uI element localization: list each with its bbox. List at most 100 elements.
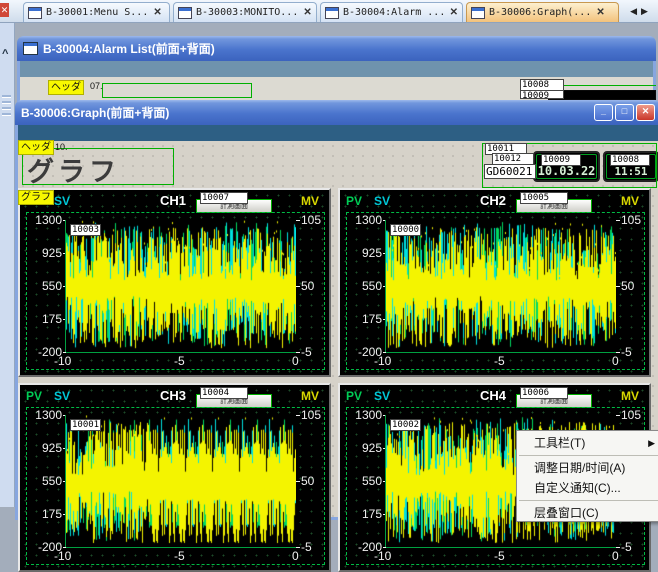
y-axis-tick: 175: [342, 507, 382, 521]
screen-icon: [325, 7, 339, 19]
plot-bottom-axis: [66, 547, 296, 548]
graph-window-titlebar[interactable]: B-30006:Graph(前面+背面) _ □ ✕: [15, 100, 658, 125]
plot-bottom-axis: [386, 352, 616, 353]
y-axis-tick: 175: [22, 312, 62, 326]
part-underline: [561, 85, 656, 86]
tab-close-icon[interactable]: ✕: [450, 7, 458, 18]
right-axis-tick: 105: [301, 408, 331, 422]
tab-scroll-left-icon[interactable]: ◀: [630, 6, 637, 17]
header-part-tag: ヘッダ: [48, 80, 84, 95]
plot-bottom-axis: [386, 547, 616, 548]
maximize-button[interactable]: □: [615, 104, 634, 121]
window-icon: [23, 42, 38, 55]
address-label: 10002: [390, 419, 421, 431]
grip-handle: [2, 107, 11, 110]
x-axis-tick: -5: [494, 354, 505, 368]
y-axis-tick: 1300: [342, 408, 382, 422]
grip-handle: [2, 113, 11, 116]
tab-close-icon[interactable]: ✕: [303, 7, 311, 18]
address-label: 10008: [610, 154, 650, 166]
x-axis-tick: -5: [494, 549, 505, 563]
tab-scroll-buttons: ◀ ▶: [622, 2, 656, 20]
menu-item-adjust-datetime[interactable]: 调整日期/时间(A): [517, 458, 658, 478]
tab-b30006-graph[interactable]: B-30006:Graph(... ✕: [466, 2, 619, 22]
screen-editor-workspace: { "tab_bar": { "tabs": [ {"label": "B-30…: [0, 0, 658, 507]
channel-label: CH3: [160, 388, 186, 403]
pv-label: PV: [346, 194, 362, 208]
tab-scroll-right-icon[interactable]: ▶: [641, 6, 648, 17]
part-id-text: 10.: [55, 142, 68, 152]
right-axis-tick: -5: [621, 345, 651, 359]
y-axis-tick: 175: [22, 507, 62, 521]
submenu-arrow-icon: ▶: [648, 433, 655, 453]
address-label: 10000: [390, 224, 421, 236]
device-address-label: GD60021: [484, 164, 536, 179]
address-label: 10001: [70, 419, 101, 431]
panel-close-icon[interactable]: ✕: [0, 3, 9, 17]
grip-handle: [2, 101, 11, 104]
sv-label: SV: [374, 194, 390, 208]
mv-label: MV: [301, 194, 319, 208]
tab-b30003-monitor[interactable]: B-30003:MONITO... ✕: [173, 2, 317, 22]
x-axis-tick: -5: [174, 549, 185, 563]
mv-label: MV: [301, 389, 319, 403]
right-axis-tick: -5: [301, 540, 331, 554]
screen-icon: [28, 7, 42, 19]
graph-panel-ch3: PV SV CH3 10004 計測画面 MV 1300 925 550 175…: [18, 383, 331, 572]
right-axis-tick: 105: [301, 213, 331, 227]
menu-item-custom-notification[interactable]: 自定义通知(C)...: [517, 478, 658, 498]
collapse-chevron-icon[interactable]: ^: [2, 48, 8, 60]
alarm-window-titlebar[interactable]: B-30004:Alarm List(前面+背面): [17, 36, 656, 61]
right-axis-tick: -5: [301, 345, 331, 359]
y-axis-tick: 550: [342, 474, 382, 488]
menu-item-cascade-windows[interactable]: 层叠窗口(C): [517, 503, 658, 523]
tab-close-icon[interactable]: ✕: [596, 7, 604, 18]
screen-title-text: グラフ: [27, 150, 120, 189]
tab-b30001-menu[interactable]: B-30001:Menu S... ✕: [23, 2, 170, 22]
graph-panel-ch1: PV SV CH1 10007 計測画面 MV 1300 925 550 175…: [18, 188, 331, 377]
x-axis-tick: -5: [174, 354, 185, 368]
y-axis-tick: 925: [22, 246, 62, 260]
mdi-tab-bar: B-30001:Menu S... ✕ B-30003:MONITO... ✕ …: [0, 0, 658, 23]
menu-item-toolbar[interactable]: 工具栏(T) ▶: [517, 433, 658, 453]
y-axis-tick: 550: [22, 474, 62, 488]
screen-icon: [178, 7, 192, 19]
plot-bottom-axis: [66, 352, 296, 353]
left-dock-strip[interactable]: ^: [0, 22, 15, 507]
close-button[interactable]: ✕: [636, 104, 655, 121]
sv-label: SV: [54, 194, 70, 208]
alarm-canvas-margin: [20, 61, 653, 77]
tab-b30004-alarm[interactable]: B-30004:Alarm ... ✕: [320, 2, 463, 22]
minimize-button[interactable]: _: [594, 104, 613, 121]
alarm-title-part-outline[interactable]: [102, 83, 252, 98]
y-axis-tick: 925: [342, 246, 382, 260]
address-label: 10005: [520, 192, 568, 204]
y-axis-tick: 1300: [22, 408, 62, 422]
x-axis-tick: -10: [54, 549, 71, 563]
screen-icon: [471, 7, 485, 19]
part-id-text: 07.: [90, 81, 103, 91]
sv-label: SV: [54, 389, 70, 403]
sv-label: SV: [374, 389, 390, 403]
menu-separator: [519, 500, 658, 501]
alarm-display-part[interactable]: [548, 90, 656, 100]
x-axis-tick: -10: [374, 549, 391, 563]
channel-label: CH2: [480, 193, 506, 208]
right-axis-tick: -5: [621, 540, 651, 554]
x-axis-tick: -10: [54, 354, 71, 368]
x-axis-tick: 0: [612, 354, 619, 368]
pv-label: PV: [26, 389, 42, 403]
x-axis-tick: -10: [374, 354, 391, 368]
y-axis-tick: 175: [342, 312, 382, 326]
y-axis-tick: 550: [22, 279, 62, 293]
trend-waveform: [66, 415, 296, 547]
right-axis-tick: 50: [301, 279, 331, 293]
address-label: 10009: [541, 154, 581, 166]
y-axis-tick: 550: [342, 279, 382, 293]
header-part-tag: ヘッダ: [18, 140, 54, 155]
window-title: B-30004:Alarm List(前面+背面): [43, 40, 215, 57]
tab-close-icon[interactable]: ✕: [153, 7, 161, 18]
mv-label: MV: [621, 194, 639, 208]
channel-label: CH1: [160, 193, 186, 208]
button-label: 計測画面: [540, 203, 568, 210]
